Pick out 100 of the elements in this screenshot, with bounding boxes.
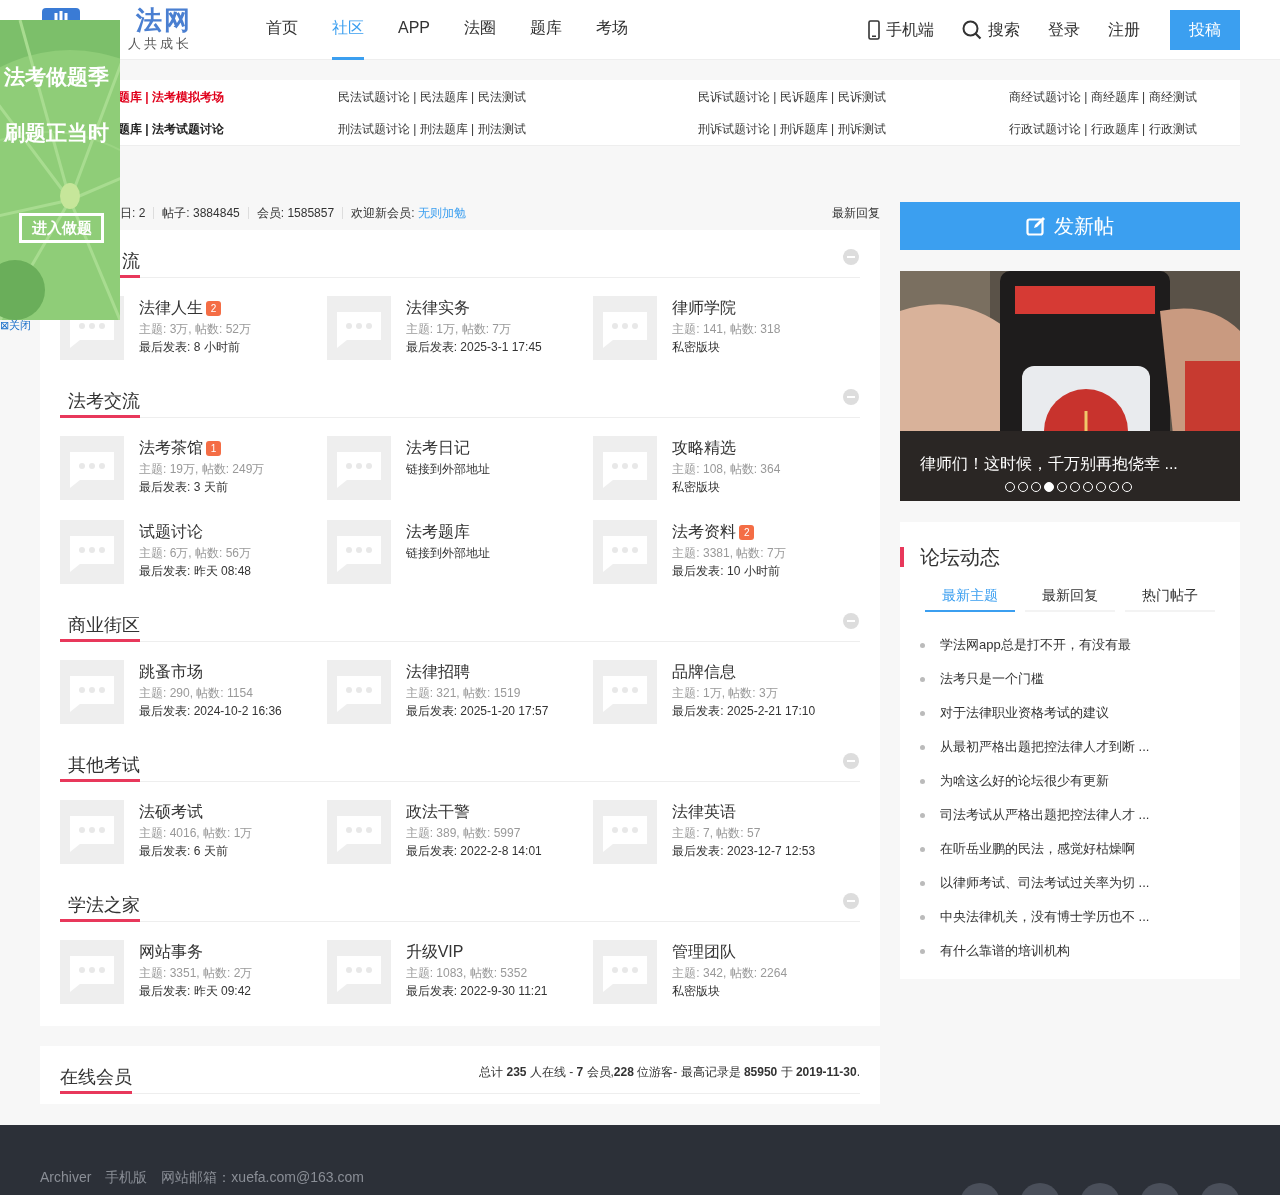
footer-link[interactable]: Archiver — [40, 1167, 92, 1188]
forum-stats: 主题: 6万, 帖数: 56万 — [139, 545, 252, 562]
stat-text: 会员: 1585857 — [256, 205, 335, 222]
forum-name[interactable]: 试题讨论 — [139, 520, 203, 544]
activity-tab[interactable]: 热门帖子 — [1125, 580, 1215, 612]
forum-last-post: 最后发表: 昨天 09:42 — [139, 983, 253, 1000]
forum-name[interactable]: 法律人生 — [139, 296, 203, 320]
bullet-icon — [920, 846, 925, 852]
forum-name[interactable]: 网站事务 — [139, 940, 203, 964]
forum-stats: 主题: 3351, 帖数: 2万 — [139, 965, 253, 982]
forum-stats: 主题: 1083, 帖数: 5352 — [405, 965, 529, 982]
forum-last-post: 最后发表: 2025-2-21 17:10 — [672, 703, 816, 720]
forum-last-post: 最后发表: 昨天 08:48 — [139, 563, 252, 580]
ad-headline: 法考做题季 — [4, 64, 109, 90]
forum-last-post: 最后发表: 2022-2-8 14:01 — [405, 843, 542, 860]
logo-text: 法网 — [136, 5, 192, 34]
nav-tab[interactable]: 考场 — [596, 0, 628, 60]
forum-name[interactable]: 法律实务 — [405, 296, 470, 320]
ad-headline: 刷题正当时 — [4, 120, 109, 146]
logo-tagline: 人共成长 — [128, 34, 192, 53]
section-title: 法考交流 — [60, 389, 140, 418]
quick-link[interactable]: 刑诉试题讨论 | 刑诉题库 | 刑诉测试 — [698, 121, 886, 136]
forum-name[interactable]: 法考日记 — [405, 436, 470, 460]
forum-name[interactable]: 法考资料 — [672, 520, 737, 544]
latest-reply-link[interactable]: 最新回复 — [832, 204, 880, 222]
nav-tab[interactable]: 首页 — [266, 0, 298, 60]
logo-icon — [42, 7, 80, 20]
phone-icon — [868, 19, 880, 40]
forum-name[interactable]: 管理团队 — [672, 940, 737, 964]
forum-last-post: 最后发表: 2024-10-2 16:36 — [139, 703, 282, 720]
search-link[interactable]: 搜索 — [962, 17, 1020, 42]
bullet-icon — [920, 642, 925, 648]
forum-name[interactable]: 升级VIP — [405, 940, 464, 964]
bullet-icon — [920, 914, 925, 920]
forum-name[interactable]: 法硕考试 — [139, 800, 203, 824]
quick-link[interactable]: 商经试题讨论 | 商经题库 | 商经测试 — [1009, 89, 1197, 104]
forum-name[interactable]: 跳蚤市场 — [139, 660, 203, 684]
forum-name[interactable]: 品牌信息 — [672, 660, 737, 684]
header-link[interactable]: 登录 — [1048, 17, 1080, 42]
nav-tab[interactable]: 题库 — [530, 0, 562, 60]
forum-name[interactable]: 攻略精选 — [672, 436, 737, 460]
search-icon — [962, 19, 982, 40]
quick-link[interactable]: 民诉试题讨论 | 民诉题库 | 民诉测试 — [698, 89, 886, 104]
forum-last-post: 链接到外部地址 — [405, 545, 490, 562]
topic-link[interactable]: 学法网app总是打不开，有没有最 — [940, 635, 1131, 655]
forum-name[interactable]: 法考茶馆 — [139, 436, 203, 460]
bullet-icon — [920, 778, 925, 784]
activity-title: 论坛动态 — [920, 545, 1000, 570]
forum-stats: 主题: 389, 帖数: 5997 — [405, 825, 522, 842]
forum-stats: 主题: 3万, 帖数: 52万 — [139, 321, 252, 338]
forum-last-post: 私密版块 — [672, 339, 722, 356]
section-title: 在线会员 — [60, 1065, 132, 1094]
topic-link[interactable]: 中央法律机关，没有博士学历也不 ... — [940, 907, 1150, 927]
section-title: 其他考试 — [60, 753, 140, 782]
nav-tab[interactable]: 法圈 — [464, 0, 496, 60]
count-badge: 2 — [206, 300, 221, 316]
forum-stats: 主题: 108, 帖数: 364 — [672, 461, 781, 478]
forum-last-post: 最后发表: 2022-9-30 11:21 — [405, 983, 548, 1000]
footer-link[interactable]: 网站邮箱：xuefa.com@163.com — [161, 1167, 364, 1188]
quick-link[interactable]: 刑法试题讨论 | 刑法题库 | 刑法测试 — [338, 121, 526, 136]
bullet-icon — [920, 880, 925, 886]
topic-link[interactable]: 有什么靠谱的培训机构 — [940, 941, 1070, 961]
forum-name[interactable]: 律师学院 — [672, 296, 737, 320]
count-badge: 2 — [739, 524, 755, 540]
forum-last-post: 私密版块 — [672, 983, 722, 1000]
stat-text: 日: 2 — [120, 205, 146, 222]
count-badge: 1 — [206, 440, 221, 456]
forum-last-post: 私密版块 — [672, 479, 722, 496]
topic-link[interactable]: 以律师考试、司法考试过关率为切 ... — [940, 873, 1150, 893]
forum-stats: 主题: 3381, 帖数: 7万 — [672, 545, 786, 562]
header-link[interactable]: 注册 — [1108, 17, 1140, 42]
forum-stats: 主题: 7, 帖数: 57 — [672, 825, 762, 842]
nav-tab[interactable]: APP — [398, 0, 430, 60]
topic-link[interactable]: 对于法律职业资格考试的建议 — [940, 703, 1109, 723]
forum-name[interactable]: 政法干警 — [405, 800, 470, 824]
mobile-link[interactable]: 手机端 — [868, 17, 934, 42]
topic-link[interactable]: 从最初严格出题把控法律人才到断 ... — [940, 737, 1150, 757]
footer-link[interactable]: 手机版 — [105, 1167, 148, 1188]
quick-link[interactable]: 行政试题讨论 | 行政题库 | 行政测试 — [1009, 121, 1197, 136]
forum-stats: 主题: 141, 帖数: 318 — [672, 321, 781, 338]
forum-last-post: 最后发表: 2023-12-7 12:53 — [672, 843, 816, 860]
quick-link[interactable]: 民法试题讨论 | 民法题库 | 民法测试 — [338, 89, 526, 104]
edit-icon — [1026, 216, 1046, 236]
bullet-icon — [920, 710, 925, 716]
bullet-icon — [920, 744, 925, 750]
welcome-text: 欢迎新会员: — [351, 205, 416, 222]
close-ad-link[interactable]: ⊠关闭 — [0, 319, 31, 332]
topic-link[interactable]: 司法考试从严格出题把控法律人才 ... — [940, 805, 1150, 825]
forum-stats: 主题: 19万, 帖数: 249万 — [139, 461, 265, 478]
forum-name[interactable]: 法律英语 — [672, 800, 737, 824]
topic-link[interactable]: 为啥这么好的论坛很少有更新 — [940, 771, 1109, 791]
forum-name[interactable]: 法律招聘 — [405, 660, 470, 684]
carousel-caption: 律师们！这时候，千万别再抱侥幸 ... — [920, 454, 1178, 474]
topic-link[interactable]: 法考只是一个门槛 — [940, 669, 1044, 689]
bullet-icon — [920, 948, 925, 954]
topic-link[interactable]: 在听岳业鹏的民法，感觉好枯燥啊 — [940, 839, 1135, 859]
forum-name[interactable]: 法考题库 — [405, 520, 470, 544]
forum-last-post: 最后发表: 6 天前 — [139, 843, 229, 860]
activity-tab[interactable]: 最新回复 — [1025, 580, 1115, 612]
forum-stats: 主题: 1万, 帖数: 7万 — [405, 321, 512, 338]
